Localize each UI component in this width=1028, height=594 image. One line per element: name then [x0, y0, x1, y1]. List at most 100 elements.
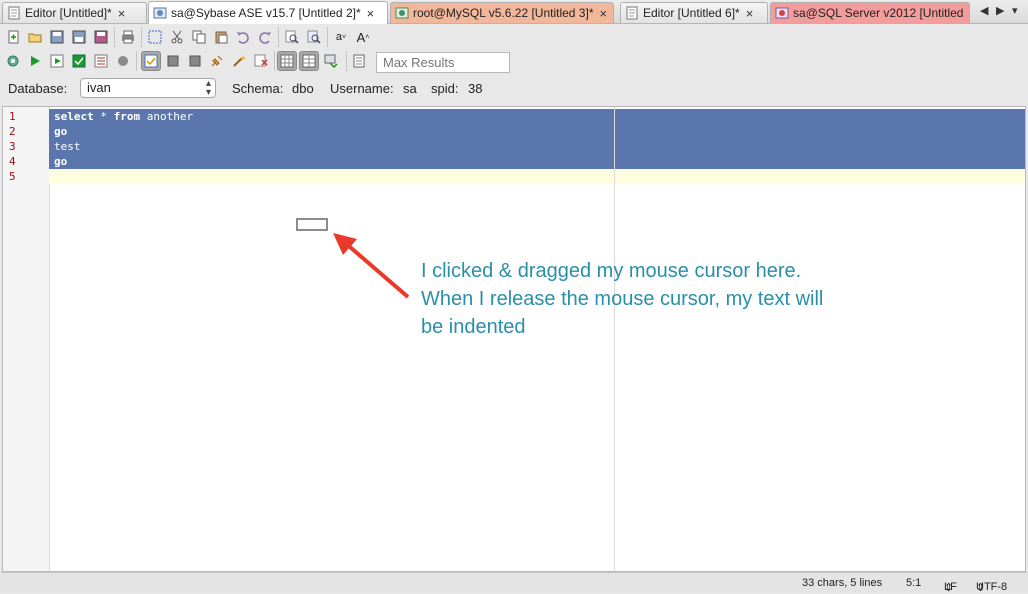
selected-line: [49, 154, 1025, 169]
connect-button[interactable]: [208, 52, 226, 70]
schema-label: Schema:: [232, 81, 284, 96]
save-all-button[interactable]: [92, 28, 110, 46]
code-line: go: [54, 125, 68, 138]
query-history-button[interactable]: [350, 52, 368, 70]
annotation-arrow: [333, 233, 410, 299]
find-icon: [285, 30, 299, 44]
copy-button[interactable]: [190, 28, 208, 46]
tab-label: Editor [Untitled]*: [25, 6, 112, 20]
folder-icon: [28, 33, 42, 43]
max-results-input[interactable]: [376, 52, 510, 73]
schema-value: dbo: [292, 81, 314, 96]
selected-line: [49, 124, 1025, 139]
print-button[interactable]: [119, 28, 137, 46]
print-icon: [122, 30, 134, 44]
plug-icon: [211, 55, 223, 67]
execute-all-button[interactable]: [4, 52, 22, 70]
tab-label: Editor [Untitled 6]*: [643, 6, 740, 20]
execute-current-button[interactable]: [48, 52, 66, 70]
save-as-button[interactable]: [70, 28, 88, 46]
spid-value: 38: [468, 81, 483, 96]
stop-button[interactable]: [114, 52, 132, 70]
tab-label: root@MySQL v5.6.22 [Untitled 3]*: [413, 6, 594, 20]
separator: [346, 51, 347, 71]
clear-button[interactable]: [252, 52, 270, 70]
updown-icon: ⇕: [976, 582, 986, 594]
save-button[interactable]: [48, 28, 66, 46]
save-as-icon: [72, 30, 86, 44]
spid-label: spid:: [431, 81, 459, 96]
updown-icon: ⇕: [944, 582, 954, 594]
results-grid-toggle[interactable]: [277, 51, 297, 71]
format-button[interactable]: [230, 52, 248, 70]
database-connection-icon: [395, 7, 409, 19]
close-icon[interactable]: ×: [746, 6, 754, 21]
scissors-icon: [171, 30, 183, 44]
find-replace-button[interactable]: [305, 28, 323, 46]
execute-selection-button[interactable]: [70, 52, 88, 70]
redo-icon: [259, 32, 271, 44]
close-icon[interactable]: ×: [367, 6, 375, 21]
results-text-toggle[interactable]: [299, 51, 319, 71]
separator: [114, 27, 115, 47]
database-label: Database:: [8, 81, 68, 96]
database-connection-icon: [153, 7, 167, 19]
current-line: [49, 169, 1025, 184]
find-button[interactable]: [283, 28, 301, 46]
tab-mysql[interactable]: root@MySQL v5.6.22 [Untitled 3]* ×: [390, 2, 614, 23]
tab-scroll-right-icon[interactable]: ▶: [996, 4, 1004, 17]
sql-editor[interactable]: 1 2 3 4 5 select * from another go test …: [2, 106, 1026, 572]
auto-commit-toggle[interactable]: [141, 51, 161, 71]
execute-selection-icon: [72, 54, 86, 68]
rollback-button[interactable]: [186, 52, 204, 70]
undo-button[interactable]: [234, 28, 252, 46]
status-bar: 33 chars, 5 lines 5:1 LF ⇕ UTF-8 ⇕: [0, 572, 1028, 594]
tab-editor-untitled-6[interactable]: Editor [Untitled 6]* ×: [620, 2, 768, 23]
database-select[interactable]: ivan ▴ ▾: [80, 78, 216, 98]
line-number: 5: [9, 170, 16, 183]
cursor-position: 5:1: [906, 577, 922, 589]
tab-editor-untitled[interactable]: Editor [Untitled]* ×: [2, 2, 147, 23]
separator: [274, 51, 275, 71]
auto-commit-icon: [144, 54, 158, 68]
new-file-button[interactable]: [4, 28, 22, 46]
play-icon: [31, 56, 40, 66]
grid-icon: [280, 54, 294, 68]
database-value: ivan: [87, 80, 111, 95]
explain-icon: [94, 54, 108, 68]
close-icon[interactable]: ×: [600, 6, 608, 21]
execute-current-icon: [50, 54, 64, 68]
toolbar-bottom: [0, 48, 1028, 74]
database-connection-icon: [775, 7, 789, 19]
redo-button[interactable]: [256, 28, 274, 46]
tab-label: sa@SQL Server v2012 [Untitled 7]: [793, 6, 965, 20]
export-results-button[interactable]: [322, 52, 340, 70]
run-gear-icon: [7, 55, 19, 67]
tab-scroll-left-icon[interactable]: ◀: [980, 4, 988, 17]
open-file-button[interactable]: [26, 28, 44, 46]
commit-button[interactable]: [164, 52, 182, 70]
close-icon[interactable]: ×: [118, 6, 126, 21]
char-line-count: 33 chars, 5 lines: [802, 577, 883, 589]
separator: [278, 27, 279, 47]
paste-icon: [215, 31, 228, 44]
code-line: go: [54, 155, 68, 168]
decrease-font-button[interactable]: a ˅: [332, 28, 350, 46]
paste-button[interactable]: [212, 28, 230, 46]
tab-sqlserver[interactable]: sa@SQL Server v2012 [Untitled 7]: [770, 2, 970, 23]
select-all-button[interactable]: [146, 28, 164, 46]
tab-sybase[interactable]: sa@Sybase ASE v15.7 [Untitled 2]* ×: [148, 1, 388, 24]
cut-button[interactable]: [168, 28, 186, 46]
tab-list-menu-icon[interactable]: ▾: [1012, 4, 1018, 17]
wand-icon: [233, 55, 246, 67]
clear-icon: [254, 54, 268, 67]
increase-font-button[interactable]: A ˄: [354, 28, 372, 46]
annotation-text: I clicked & dragged my mouse cursor here…: [421, 260, 824, 338]
separator: [141, 27, 142, 47]
explain-plan-button[interactable]: [92, 52, 110, 70]
find-replace-icon: [307, 30, 321, 44]
execute-button[interactable]: [26, 52, 44, 70]
new-file-icon: [8, 30, 19, 44]
code-line: select * from another: [54, 110, 194, 123]
font-increase-icon: A: [356, 29, 366, 45]
